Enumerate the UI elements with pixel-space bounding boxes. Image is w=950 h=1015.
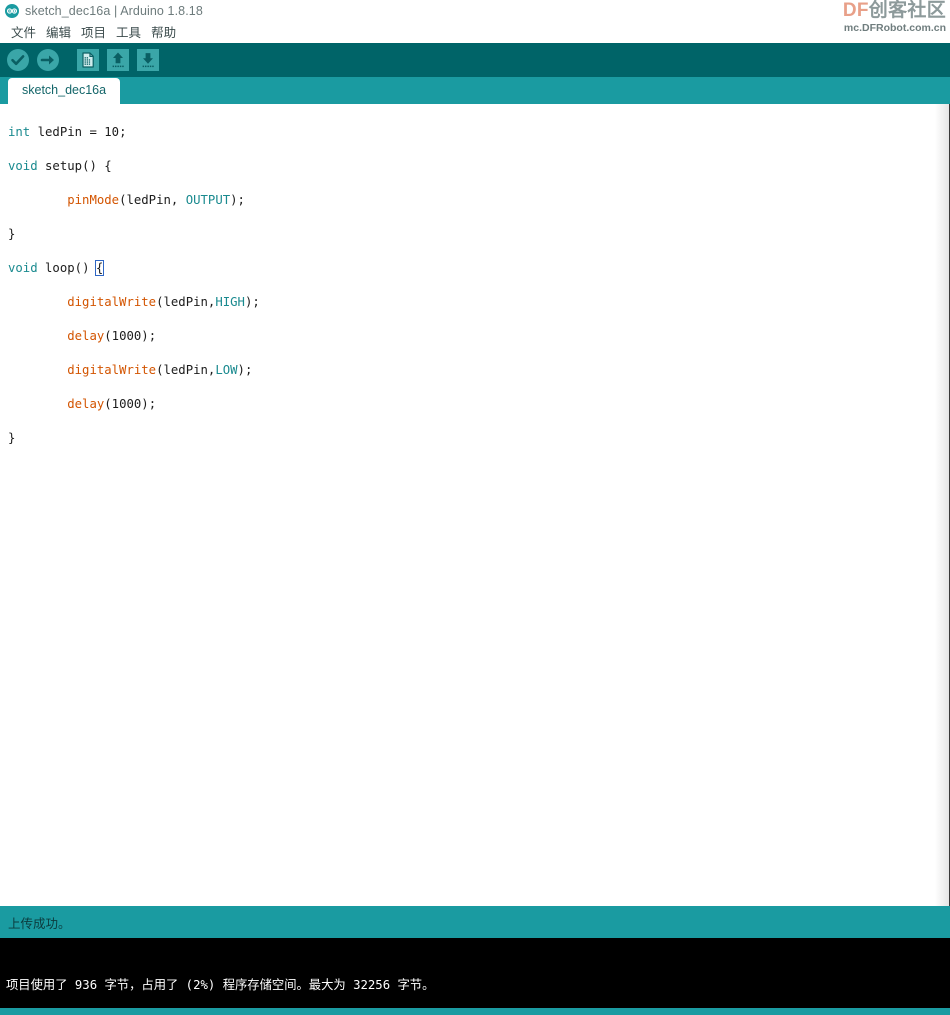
tab-sketch-dec16a[interactable]: sketch_dec16a [8, 78, 121, 104]
token-fn-pinmode: pinMode [67, 193, 120, 207]
token-paren-close-6: ) [237, 363, 245, 377]
code-line-3: pinMode(ledPin, OUTPUT); [8, 192, 949, 209]
verify-button[interactable] [4, 46, 32, 74]
token-fn-loop: loop [45, 261, 75, 275]
open-button[interactable] [104, 46, 132, 74]
token-paren-open-3: ( [74, 261, 83, 275]
token-brace-close-2: } [8, 431, 16, 445]
menu-tools[interactable]: 工具 [111, 24, 146, 42]
console-output[interactable]: 项目使用了 936 字节，占用了 (2%) 程序存储空间。最大为 32256 字… [0, 938, 950, 1008]
console-line-1: 项目使用了 936 字节，占用了 (2%) 程序存储空间。最大为 32256 字… [6, 978, 435, 992]
arrow-down-save-icon [136, 48, 160, 72]
token-fn-delay-1: delay [67, 329, 105, 343]
dfrobot-branding: DF创客社区 mc.DFRobot.com.cn [843, 1, 946, 34]
token-brace-open-2-highlighted: { [94, 260, 105, 276]
menu-help[interactable]: 帮助 [146, 24, 181, 42]
token-var-ledpin: ledPin [37, 125, 83, 139]
token-keyword-void-2: void [8, 261, 38, 275]
new-document-icon [76, 48, 100, 72]
token-num-10: 10 [104, 125, 120, 139]
toolbar [0, 43, 950, 77]
code-editor-area[interactable]: int ledPin = 10; void setup() { pinMode(… [0, 104, 950, 906]
menu-bar: 文件 编辑 项目 工具 帮助 [0, 22, 950, 43]
token-brace-open-1: { [104, 159, 112, 173]
token-semi-5: ; [244, 363, 253, 377]
token-num-1000-1: 1000 [111, 329, 142, 343]
arduino-infinity-icon [5, 4, 19, 18]
token-num-1000-2: 1000 [111, 397, 142, 411]
token-semi-6: ; [148, 397, 157, 411]
token-paren-open-7: ( [104, 397, 112, 411]
upload-button[interactable] [34, 46, 62, 74]
token-arg-ledpin-2: ledPin [163, 295, 208, 309]
code-line-5: void loop() { [8, 260, 949, 277]
token-arg-ledpin-1: ledPin [126, 193, 171, 207]
token-keyword-void-1: void [8, 159, 38, 173]
status-bar: 上传成功。 [0, 906, 950, 938]
code-line-4: } [8, 226, 949, 243]
code-line-10: } [8, 430, 949, 447]
code-editor[interactable]: int ledPin = 10; void setup() { pinMode(… [0, 104, 949, 481]
token-fn-delay-2: delay [67, 397, 105, 411]
token-const-low: LOW [215, 363, 238, 377]
token-keyword-int: int [8, 125, 31, 139]
dfrobot-logo-text: DF创客社区 [843, 1, 946, 20]
token-semi-3: ; [252, 295, 260, 309]
dfrobot-logo-df: DF [842, 0, 869, 21]
menu-sketch[interactable]: 项目 [76, 24, 111, 42]
check-circle-icon [6, 48, 30, 72]
token-paren-close-2: ) [230, 193, 238, 207]
token-arg-ledpin-3: ledPin [163, 363, 208, 377]
token-assign: = [82, 125, 105, 139]
board-info-bar [0, 1008, 950, 1015]
token-paren-close-1: ) [89, 159, 97, 173]
token-const-high: HIGH [215, 295, 245, 309]
new-button[interactable] [74, 46, 102, 74]
token-semi-4: ; [148, 329, 157, 343]
token-semi-1: ; [119, 125, 127, 139]
code-line-1: int ledPin = 10; [8, 124, 949, 141]
save-button[interactable] [134, 46, 162, 74]
arrow-up-open-icon [106, 48, 130, 72]
title-bar: sketch_dec16a | Arduino 1.8.18 DF创客社区 mc… [0, 0, 950, 33]
code-line-6: digitalWrite(ledPin,HIGH); [8, 294, 949, 311]
dfrobot-logo-cn: 创客社区 [868, 0, 946, 21]
menu-file[interactable]: 文件 [6, 24, 41, 42]
menu-edit[interactable]: 编辑 [41, 24, 76, 42]
token-paren-close-5: ) [141, 329, 149, 343]
code-line-7: delay(1000); [8, 328, 949, 345]
token-fn-digitalwrite-1: digitalWrite [67, 295, 157, 309]
arrow-right-circle-icon [36, 48, 60, 72]
window-title: sketch_dec16a | Arduino 1.8.18 [25, 4, 203, 18]
token-paren-open-5: ( [104, 329, 112, 343]
status-message: 上传成功。 [8, 916, 71, 931]
token-fn-setup: setup [45, 159, 83, 173]
token-brace-close-1: } [8, 227, 16, 241]
token-paren-close-3: ) [82, 261, 90, 275]
code-line-8: digitalWrite(ledPin,LOW); [8, 362, 949, 379]
code-line-2: void setup() { [8, 158, 949, 175]
dfrobot-logo-url: mc.DFRobot.com.cn [843, 22, 946, 34]
code-line-9: delay(1000); [8, 396, 949, 413]
token-const-output: OUTPUT [185, 193, 231, 207]
token-comma-1: , [170, 193, 179, 207]
token-semi-2: ; [237, 193, 245, 207]
token-paren-close-7: ) [141, 397, 149, 411]
tab-bar: sketch_dec16a [0, 77, 950, 104]
token-fn-digitalwrite-2: digitalWrite [67, 363, 157, 377]
